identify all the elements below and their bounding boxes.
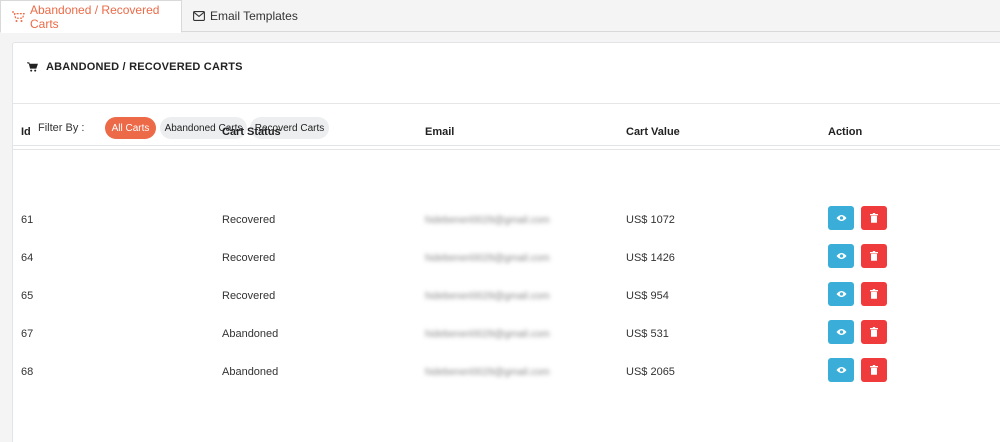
cell-status: Recovered xyxy=(222,252,276,264)
tab-label: Abandoned / Recovered Carts xyxy=(30,2,160,31)
eye-icon xyxy=(836,215,846,221)
cell-id: 67 xyxy=(21,328,34,340)
table-header: Id Cart Status Email Cart Value Action xyxy=(12,120,1000,146)
cell-id: 65 xyxy=(21,290,34,302)
cell-email: hidebeneri0029@gmail.com xyxy=(425,253,550,264)
cell-status: Abandoned xyxy=(222,366,279,378)
cell-value: US$ 1426 xyxy=(626,252,675,264)
cell-value: US$ 954 xyxy=(626,290,669,302)
tab-label: Email Templates xyxy=(210,9,298,23)
tab-email-templates[interactable]: Email Templates xyxy=(193,0,298,32)
cell-status: Abandoned xyxy=(222,328,279,340)
trash-icon xyxy=(870,213,878,223)
cart-icon xyxy=(11,10,25,23)
cell-email: hidebeneri0029@gmail.com xyxy=(425,215,550,226)
eye-icon xyxy=(836,291,846,297)
tab-abandoned-recovered-carts[interactable]: Abandoned / Recovered Carts xyxy=(0,0,182,33)
cell-email: hidebeneri0029@gmail.com xyxy=(425,367,550,378)
view-button[interactable] xyxy=(828,206,854,230)
header-cart-status: Cart Status xyxy=(222,126,281,138)
cell-email: hidebeneri0029@gmail.com xyxy=(425,291,550,302)
table-row: 65 Recovered hidebeneri0029@gmail.com US… xyxy=(12,278,1000,316)
view-button[interactable] xyxy=(828,244,854,268)
panel-title-text: ABANDONED / RECOVERED CARTS xyxy=(46,61,243,73)
cell-id: 68 xyxy=(21,366,34,378)
trash-icon xyxy=(870,327,878,337)
delete-button[interactable] xyxy=(861,206,887,230)
cell-status: Recovered xyxy=(222,214,276,226)
cell-status: Recovered xyxy=(222,290,276,302)
table-row: 67 Abandoned hidebeneri0029@gmail.com US… xyxy=(12,316,1000,354)
cell-id: 64 xyxy=(21,252,34,264)
header-action: Action xyxy=(828,126,863,138)
trash-icon xyxy=(870,365,878,375)
tab-bar: Abandoned / Recovered Carts Email Templa… xyxy=(0,0,1000,33)
trash-icon xyxy=(870,289,878,299)
delete-button[interactable] xyxy=(861,320,887,344)
panel-title: ABANDONED / RECOVERED CARTS xyxy=(27,61,243,73)
eye-icon xyxy=(836,253,846,259)
table-row: 61 Recovered hidebeneri0029@gmail.com US… xyxy=(12,202,1000,240)
delete-button[interactable] xyxy=(861,358,887,382)
view-button[interactable] xyxy=(828,320,854,344)
delete-button[interactable] xyxy=(861,244,887,268)
header-cart-value: Cart Value xyxy=(626,126,680,138)
cell-id: 61 xyxy=(21,214,34,226)
shopping-cart-icon xyxy=(27,62,38,72)
delete-button[interactable] xyxy=(861,282,887,306)
view-button[interactable] xyxy=(828,282,854,306)
view-button[interactable] xyxy=(828,358,854,382)
trash-icon xyxy=(870,251,878,261)
header-email: Email xyxy=(425,126,455,138)
eye-icon xyxy=(836,367,846,373)
envelope-icon xyxy=(193,11,205,21)
cell-value: US$ 2065 xyxy=(626,366,675,378)
table-row: 68 Abandoned hidebeneri0029@gmail.com US… xyxy=(12,354,1000,392)
eye-icon xyxy=(836,329,846,335)
table-row: 64 Recovered hidebeneri0029@gmail.com US… xyxy=(12,240,1000,278)
panel-header: ABANDONED / RECOVERED CARTS xyxy=(13,43,1000,104)
cell-value: US$ 1072 xyxy=(626,214,675,226)
cell-value: US$ 531 xyxy=(626,328,669,340)
header-id: Id xyxy=(21,126,31,138)
cell-email: hidebeneri0029@gmail.com xyxy=(425,329,550,340)
